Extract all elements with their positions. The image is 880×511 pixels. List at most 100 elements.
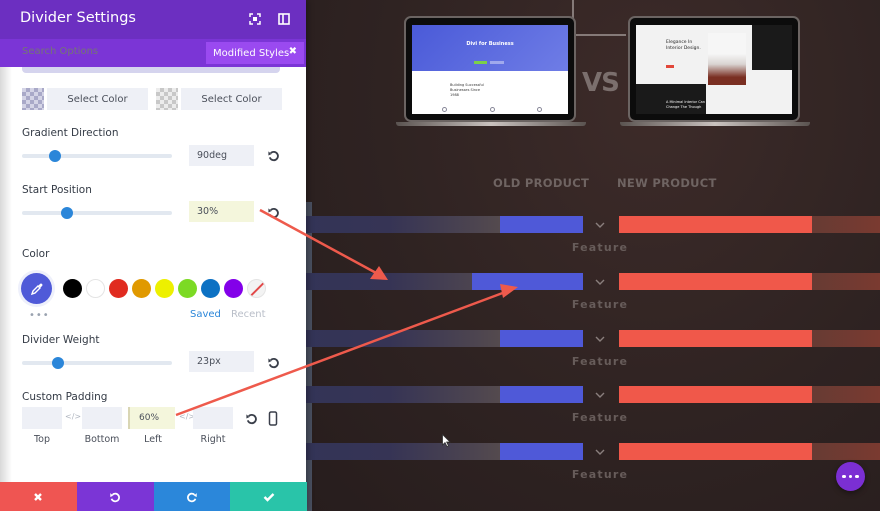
fullscreen-icon[interactable] <box>248 12 262 26</box>
padding-top-input[interactable] <box>22 407 62 429</box>
feature-label: Feature <box>571 355 629 368</box>
old-product-divider <box>306 273 583 290</box>
device-phone-icon[interactable] <box>268 411 278 426</box>
transparent-swatch-icon <box>22 88 44 110</box>
slider-handle[interactable] <box>52 357 64 369</box>
old-product-fill <box>500 216 583 233</box>
divider-weight-label: Divider Weight <box>22 334 100 346</box>
settings-panel: Divider Settings Modified Styles ✖ Selec… <box>0 0 307 511</box>
color-swatch[interactable] <box>224 279 243 298</box>
reset-icon[interactable] <box>267 356 280 369</box>
new-product-fill <box>619 443 812 460</box>
divider-weight-input[interactable] <box>189 351 254 372</box>
tab-saved[interactable]: Saved <box>190 309 221 320</box>
start-position-label: Start Position <box>22 184 92 196</box>
comparison-row: Feature <box>306 216 880 272</box>
select-color-button-1[interactable]: Select Color <box>47 88 148 110</box>
divider-weight-slider[interactable] <box>22 357 172 369</box>
new-product-divider <box>619 330 880 347</box>
new-product-screenshot: Elegance In Interior Design. A Minimal I… <box>636 25 792 114</box>
new-caption: A Minimal Interior Can Change The Though <box>666 100 706 109</box>
padding-bottom-label: Bottom <box>84 434 120 445</box>
mouse-cursor-icon <box>442 434 451 447</box>
save-button[interactable] <box>230 482 307 511</box>
eyedropper-icon <box>30 283 42 295</box>
undo-button[interactable] <box>76 482 154 511</box>
color-swatch[interactable] <box>63 279 82 298</box>
color-swatch[interactable] <box>86 279 105 298</box>
feature-label: Feature <box>571 468 629 481</box>
sidebar-layout-icon[interactable] <box>277 12 291 26</box>
gradient-color-1[interactable]: Select Color <box>22 88 148 110</box>
comparison-row: Feature <box>306 443 880 499</box>
link-icon[interactable]: </> <box>65 412 81 421</box>
new-product-fill <box>619 216 812 233</box>
comparison-row: Feature <box>306 386 880 442</box>
slider-handle[interactable] <box>61 207 73 219</box>
new-product-divider <box>619 273 880 290</box>
color-label: Color <box>22 248 50 260</box>
color-swatch[interactable] <box>201 279 220 298</box>
more-colors-icon[interactable]: ••• <box>29 310 50 321</box>
chevron-down-icon[interactable] <box>594 447 606 459</box>
reset-icon[interactable] <box>245 412 258 425</box>
old-product-screenshot: Divi for Business Building Successful Bu… <box>412 25 568 114</box>
old-product-divider <box>306 216 583 233</box>
new-title: Elegance In Interior Design. <box>666 40 701 51</box>
chevron-down-icon[interactable] <box>594 277 606 289</box>
comparison-row: Feature <box>306 273 880 329</box>
old-hero-title: Divi for Business <box>466 41 514 47</box>
search-options-input[interactable] <box>22 46 192 57</box>
chevron-down-icon[interactable] <box>594 334 606 346</box>
vs-label: VS <box>582 68 620 98</box>
chevron-down-icon[interactable] <box>594 220 606 232</box>
panel-header: Divider Settings <box>0 0 306 39</box>
redo-button[interactable] <box>153 482 231 511</box>
select-color-button-2[interactable]: Select Color <box>181 88 282 110</box>
redo-icon <box>186 492 197 502</box>
color-swatch[interactable] <box>155 279 174 298</box>
padding-bottom-input[interactable] <box>82 407 122 429</box>
start-position-input[interactable] <box>189 201 254 222</box>
dots-icon <box>842 474 846 479</box>
old-product-fill <box>500 386 583 403</box>
reset-icon[interactable] <box>267 149 280 162</box>
padding-left-input[interactable] <box>128 407 175 429</box>
slider-handle[interactable] <box>49 150 61 162</box>
reset-icon[interactable] <box>267 206 280 219</box>
new-product-divider <box>619 443 880 460</box>
old-product-fill <box>500 330 583 347</box>
modified-styles-filter[interactable]: Modified Styles ✖ <box>206 42 304 64</box>
panel-footer <box>0 482 307 511</box>
color-swatch[interactable] <box>132 279 151 298</box>
more-options-button[interactable] <box>836 462 865 491</box>
modified-styles-label: Modified Styles <box>213 47 290 59</box>
color-swatch[interactable] <box>109 279 128 298</box>
page-canvas: Divi for Business Building Successful Bu… <box>306 0 880 511</box>
chevron-down-icon[interactable] <box>594 390 606 402</box>
new-product-heading: NEW PRODUCT <box>617 176 717 190</box>
padding-right-input[interactable] <box>193 407 233 429</box>
gradient-color-2[interactable]: Select Color <box>156 88 282 110</box>
discard-button[interactable] <box>0 482 77 511</box>
gradient-direction-input[interactable] <box>189 145 254 166</box>
start-position-slider[interactable] <box>22 207 172 219</box>
old-product-divider <box>306 386 583 403</box>
gradient-direction-label: Gradient Direction <box>22 127 119 139</box>
old-product-fill <box>500 443 583 460</box>
padding-top-label: Top <box>33 434 51 445</box>
new-product-divider <box>619 216 880 233</box>
old-product-divider <box>306 330 583 347</box>
no-color-swatch[interactable] <box>247 279 266 298</box>
new-product-fill <box>619 386 812 403</box>
old-sub-text: Building Successful Businesses Since 198… <box>450 83 484 97</box>
feature-label: Feature <box>571 298 629 311</box>
comparison-row: Feature <box>306 330 880 386</box>
color-swatch[interactable] <box>178 279 197 298</box>
gradient-direction-slider[interactable] <box>22 150 172 162</box>
custom-padding-label: Custom Padding <box>22 391 108 403</box>
feature-label: Feature <box>571 241 629 254</box>
tab-recent[interactable]: Recent <box>231 309 266 320</box>
color-picker-button[interactable] <box>21 273 52 304</box>
close-icon[interactable]: ✖ <box>289 46 297 57</box>
